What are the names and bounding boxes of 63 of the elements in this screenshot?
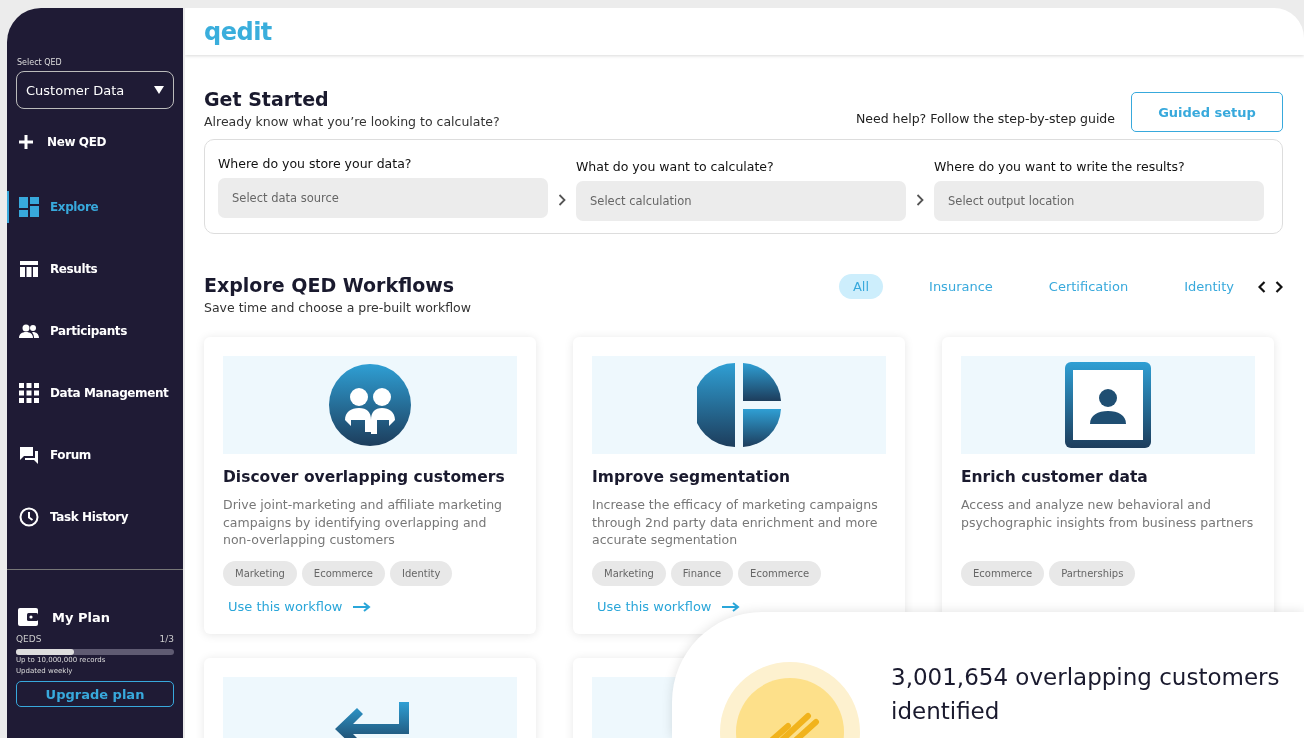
chevron-right-icon [916,193,924,206]
nav-item[interactable]: Task History [19,507,183,527]
card-title: Discover overlapping customers [223,468,506,486]
tag: Ecommerce [961,561,1045,586]
tag: Ecommerce [738,561,822,586]
use-workflow-link[interactable]: Use this workflow [597,599,740,614]
guided-setup-button[interactable]: Guided setup [1131,92,1283,132]
chevron-right-icon [558,193,566,206]
step-label: Where do you store your data? [218,155,413,171]
tag: Marketing [592,561,666,586]
section-title: Explore QED Workflows [204,274,456,296]
tag: Marketing [223,561,297,586]
filter-tab[interactable]: Insurance [915,274,1007,299]
select-label: Select QED [17,58,63,67]
chat-icon [19,446,39,464]
select-field[interactable]: Select calculation [576,180,906,221]
chart-badge-icon [720,662,860,738]
arrow-right-icon [721,601,740,612]
qed-select[interactable]: Customer Data [16,71,174,109]
card-description: Increase the efficacy of marketing campaigns through 2nd party data enrichment and more accurate segmentation [592,496,879,549]
card-title: Enrich customer data [961,468,1149,486]
section-subtitle: Already know what you’re looking to calculate? [204,114,500,129]
clock-icon [19,507,39,527]
card-title: Improve segmentation [592,468,792,486]
portrait-icon [1065,362,1151,448]
arrow-right-icon [352,601,371,612]
grid-icon [19,383,39,403]
nav-item[interactable]: Results [19,259,183,279]
tag: Finance [670,561,734,586]
nav-item[interactable]: Forum [19,445,183,465]
section-subtitle: Save time and choose a pre-built workflow [204,300,471,315]
caret-icon [154,86,164,94]
filter-tab[interactable]: Certification [1034,274,1143,299]
wallet-icon [18,608,38,626]
table-icon [19,261,39,277]
plus-icon [19,135,33,149]
step-label: Where do you want to write the results? [934,158,1186,174]
dashboard-icon [19,197,39,217]
meter-label: QEDS [16,634,42,644]
tag: Identity [389,561,453,586]
chevron-left-icon [1258,280,1266,293]
nav-item[interactable]: Participants [19,321,183,341]
filter-tab[interactable]: Identity [1170,274,1248,299]
step-label: What do you want to calculate? [576,158,775,174]
tag: Ecommerce [301,561,385,586]
use-workflow-link[interactable]: Use this workflow [228,599,371,614]
section-title: Get Started [204,88,330,110]
notification-text: 3,001,654 overlapping customers identified [891,663,1281,726]
meter-count: 1/3 [159,634,174,644]
nav-item[interactable]: Data Management [19,383,183,403]
people-icon [19,324,39,338]
select-field[interactable]: Select data source [218,177,548,218]
upgrade-button[interactable]: Upgrade plan [16,681,174,707]
help-text: Need help? Follow the step-by-step guide [855,110,1115,126]
select-field[interactable]: Select output location [934,180,1264,221]
my-plan-link[interactable]: My Plan [18,608,174,626]
card-description: Access and analyze new behavioral and psychographic insights from business partners [961,496,1255,532]
chevron-right-icon [1275,280,1283,293]
people-circle-icon [329,364,411,446]
pie-chart-icon [697,363,781,447]
tag: Partnerships [1049,561,1136,586]
new-qed-button[interactable]: New QED [19,132,183,152]
card-description: Drive joint-marketing and affiliate marketing campaigns by identifying overlapping and non-overlapping customers [223,496,503,549]
